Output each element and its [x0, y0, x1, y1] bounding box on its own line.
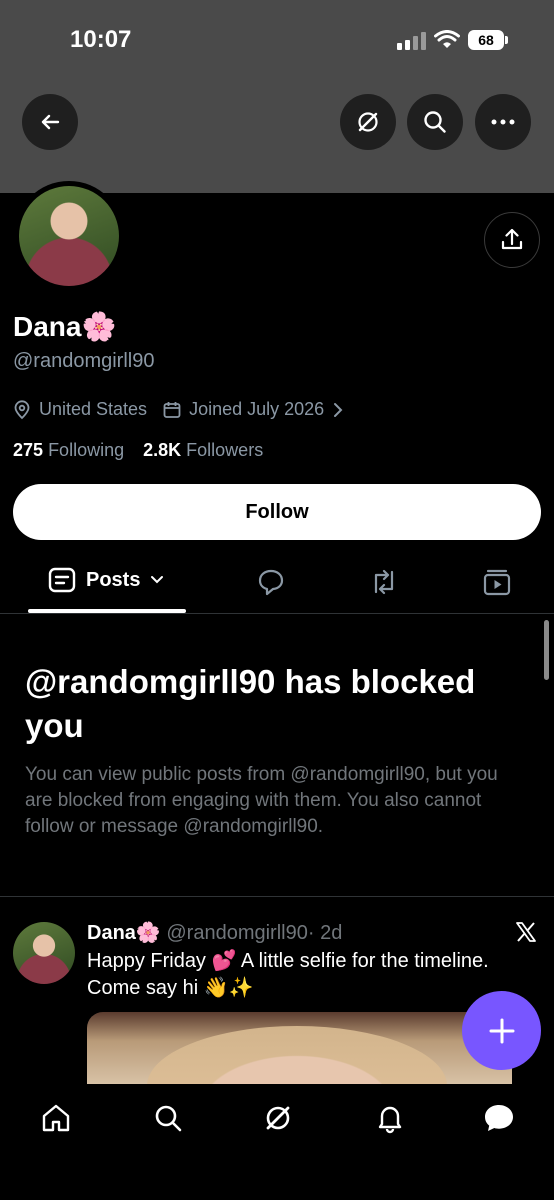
status-time: 10:07 [70, 26, 132, 53]
posts-icon [48, 567, 76, 593]
calendar-icon [163, 401, 181, 418]
tab-posts[interactable]: Posts [48, 567, 164, 593]
battery-indicator: 68 [468, 30, 504, 50]
followers-label: Followers [186, 440, 264, 460]
post-author-handle[interactable]: @randomgirll90 [166, 922, 307, 944]
arrow-left-icon [41, 114, 60, 130]
profile-meta: United States Joined July 2026 [13, 399, 344, 420]
plus-icon [489, 1018, 514, 1043]
profile-joined[interactable]: Joined July 2026 [189, 399, 324, 420]
blocked-message: You can view public posts from @randomgi… [25, 764, 498, 837]
messages-icon[interactable] [482, 1102, 516, 1134]
profile-handle: @randomgirll90 [13, 350, 155, 372]
avatar-photo [19, 186, 119, 286]
following-link[interactable]: 275 Following [13, 440, 124, 460]
replies-tab-icon[interactable] [256, 567, 286, 597]
home-icon[interactable] [40, 1102, 72, 1134]
media-tab-icon[interactable] [482, 567, 512, 597]
divider [0, 896, 554, 897]
follow-button[interactable]: Follow [13, 484, 541, 540]
tab-active-indicator [28, 609, 186, 613]
grok-nav-icon[interactable] [262, 1102, 294, 1134]
location-pin-icon [14, 399, 30, 419]
profile-avatar[interactable] [14, 181, 124, 291]
post-image-content [147, 1026, 447, 1084]
post-time: · 2d [307, 922, 343, 944]
share-button[interactable] [484, 212, 540, 268]
follow-counts: 275 Following 2.8K Followers [13, 440, 263, 461]
post-header: Dana🌸 @randomgirll90· 2d [87, 920, 342, 945]
x-logo-icon [516, 922, 536, 942]
profile-tabs: Posts [0, 557, 554, 614]
grok-icon [358, 112, 378, 132]
profile-name: Dana🌸 [13, 310, 116, 343]
followers-count: 2.8K [143, 440, 182, 460]
tab-posts-label: Posts [86, 568, 141, 591]
following-count: 275 [13, 440, 44, 460]
chevron-right-icon[interactable] [332, 402, 344, 418]
search-button[interactable] [407, 94, 463, 150]
followers-link[interactable]: 2.8K Followers [143, 440, 263, 460]
profile-location: United States [39, 399, 148, 419]
following-label: Following [48, 440, 125, 460]
wifi-icon [434, 30, 460, 48]
grok-button[interactable] [340, 94, 396, 150]
profile-name-emoji: 🌸 [81, 311, 117, 342]
more-button[interactable] [475, 94, 531, 150]
share-icon [501, 228, 523, 250]
post-text-line: Come say hi 👋✨ [87, 977, 254, 999]
bottom-navigation [0, 1084, 554, 1200]
post-author-name[interactable]: Dana [87, 922, 136, 944]
search-nav-icon[interactable] [152, 1102, 184, 1134]
back-button[interactable] [22, 94, 78, 150]
post-image[interactable] [87, 1012, 512, 1084]
post-author-avatar[interactable] [13, 922, 75, 984]
post-author-emoji: 🌸 [135, 922, 161, 944]
status-bar: 10:07 68 [0, 0, 554, 80]
more-horizontal-icon [491, 119, 515, 125]
scrollbar[interactable] [544, 620, 549, 680]
post-text-line: Happy Friday 💕 A little selfie for the t… [87, 950, 489, 972]
reposts-tab-icon[interactable] [368, 567, 400, 597]
profile-name-text: Dana [13, 311, 82, 342]
search-icon [424, 111, 446, 133]
post-text: Happy Friday 💕 A little selfie for the t… [87, 948, 527, 1002]
blocked-title: @randomgirll90 has blocked you [25, 663, 476, 744]
battery-tip [505, 36, 508, 44]
chevron-down-icon[interactable] [150, 575, 164, 585]
notifications-icon[interactable] [374, 1102, 406, 1134]
compose-button[interactable] [462, 991, 541, 1070]
signal-icon [397, 32, 426, 50]
